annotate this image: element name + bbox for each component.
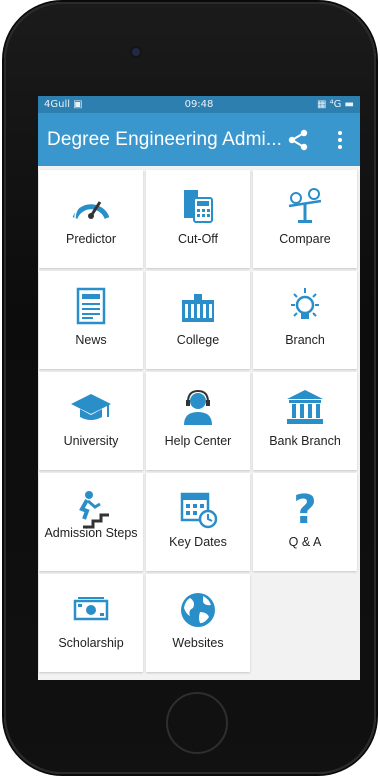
balance-scale-icon (283, 184, 327, 228)
front-camera (132, 48, 140, 56)
newspaper-icon (69, 285, 113, 329)
tile-label: News (75, 333, 107, 347)
tile-help-center[interactable]: Help Center (146, 372, 250, 470)
calculator-icon (176, 184, 220, 228)
svg-text:?: ? (293, 487, 316, 531)
status-time: 09:48 (184, 99, 214, 110)
graduation-cap-icon (69, 386, 113, 430)
tile-university[interactable]: University (39, 372, 143, 470)
menu-grid: Predictor Cut-Off Compare News College B… (38, 166, 360, 680)
lightbulb-icon (283, 285, 327, 329)
headset-agent-icon (176, 386, 220, 430)
tile-label: Help Center (164, 434, 232, 448)
tile-news[interactable]: News (39, 271, 143, 369)
tile-label: Predictor (65, 232, 117, 246)
stairs-climb-icon (69, 487, 113, 531)
calendar-clock-icon (176, 487, 220, 531)
tile-label: College (176, 333, 220, 347)
home-button[interactable] (166, 692, 228, 754)
money-icon (69, 588, 113, 632)
tile-label: Compare (279, 232, 331, 246)
building-icon (176, 285, 220, 329)
globe-icon (176, 588, 220, 632)
tile-label: Bank Branch (269, 434, 341, 448)
tile-label: Admission Steps (44, 526, 138, 540)
tile-admission-steps[interactable]: Admission Steps (39, 473, 143, 571)
phone-frame: 4Gull ▣ 09:48 ▦ ⁴G ▬ Degree Engineering … (4, 2, 376, 774)
tile-scholarship[interactable]: Scholarship (39, 574, 143, 672)
tile-q-and-a[interactable]: ? Q & A (253, 473, 357, 571)
tile-label: University (63, 434, 119, 448)
app-title: Degree Engineering Admi... (47, 128, 282, 150)
tile-label: Key Dates (169, 535, 227, 549)
question-mark-icon: ? (283, 487, 327, 531)
app-screen: 4Gull ▣ 09:48 ▦ ⁴G ▬ Degree Engineering … (38, 96, 360, 680)
tile-bank-branch[interactable]: Bank Branch (253, 372, 357, 470)
tile-label: Q & A (288, 535, 322, 549)
tile-label: Websites (172, 636, 224, 650)
tile-key-dates[interactable]: Key Dates (146, 473, 250, 571)
app-bar: Degree Engineering Admi... (38, 113, 360, 166)
tile-cut-off[interactable]: Cut-Off (146, 170, 250, 268)
tile-label: Branch (285, 333, 325, 347)
share-icon[interactable] (286, 128, 310, 152)
tile-label: Scholarship (58, 636, 124, 650)
tile-compare[interactable]: Compare (253, 170, 357, 268)
bank-icon (283, 386, 327, 430)
tile-label: Cut-Off (177, 232, 219, 246)
more-vert-icon[interactable] (334, 127, 346, 153)
tile-branch[interactable]: Branch (253, 271, 357, 369)
tile-predictor[interactable]: Predictor (39, 170, 143, 268)
status-bar: 4Gull ▣ 09:48 ▦ ⁴G ▬ (38, 96, 360, 113)
speedometer-icon (69, 184, 113, 228)
tile-college[interactable]: College (146, 271, 250, 369)
tile-websites[interactable]: Websites (146, 574, 250, 672)
